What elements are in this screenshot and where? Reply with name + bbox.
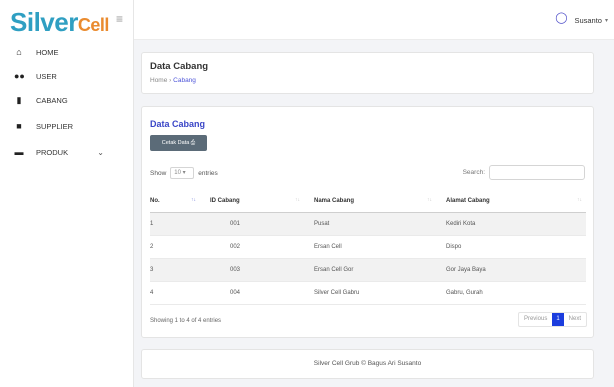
- column-header-label: Alamat Cabang: [446, 197, 490, 204]
- data-table: No. ↑↓ ID Cabang ↑↓ Nama Cabang ↑↓ Alama…: [150, 190, 586, 305]
- cell-alamat-cabang: Gor Jaya Baya: [436, 258, 586, 282]
- sidebar-item-label: SUPPLIER: [36, 121, 74, 131]
- table-row[interactable]: 1 001 Pusat Kediri Kota: [150, 212, 586, 236]
- sidebar-item-label: HOME: [36, 47, 59, 57]
- print-button[interactable]: Cetak Data ⎙: [150, 135, 207, 151]
- search-box: Search:: [463, 165, 585, 180]
- entries-select[interactable]: 10 ▾: [170, 167, 195, 179]
- entries-select-value: 10: [174, 170, 181, 176]
- sidebar-item-produk[interactable]: ▬ PRODUK ⌄: [0, 140, 134, 164]
- cell-nama-cabang: Pusat: [304, 212, 436, 236]
- pagination: Previous 1 Next: [517, 312, 587, 327]
- sort-icon: ↑↓: [577, 197, 582, 203]
- footer-text: Silver Cell Grub © Bagus Ari Susanto: [313, 360, 422, 367]
- breadcrumb: Home › Cabang: [150, 77, 196, 84]
- pagination-next[interactable]: Next: [564, 313, 586, 326]
- truck-icon: ■: [16, 121, 22, 131]
- cell-nama-cabang: Silver Cell Gabru: [304, 281, 436, 305]
- table-header-row: No. ↑↓ ID Cabang ↑↓ Nama Cabang ↑↓ Alama…: [150, 190, 586, 213]
- building-icon: ▮: [16, 94, 22, 105]
- show-label: Show: [150, 169, 167, 177]
- search-input[interactable]: [489, 165, 585, 180]
- sidebar-item-cabang[interactable]: ▮ CABANG: [0, 88, 134, 112]
- cell-id-cabang: 004: [200, 281, 304, 305]
- brand-logo[interactable]: SilverCell: [10, 4, 109, 43]
- sort-icon: ↑↓: [427, 197, 432, 203]
- footer: Silver Cell Grub © Bagus Ari Susanto: [141, 349, 594, 379]
- pagination-page-1[interactable]: 1: [552, 313, 564, 326]
- breadcrumb-separator: ›: [169, 77, 172, 84]
- data-card: Data Cabang Cetak Data ⎙ Show 10 ▾ entri…: [141, 106, 594, 338]
- cell-no: 2: [150, 235, 200, 259]
- card-title: Data Cabang: [150, 119, 206, 129]
- chevron-down-icon: ▾: [604, 17, 608, 24]
- entries-label: entries: [198, 169, 218, 177]
- sidebar-item-label: USER: [36, 71, 57, 81]
- column-header-no[interactable]: No. ↑↓: [150, 190, 200, 213]
- column-header-id-cabang[interactable]: ID Cabang ↑↓: [200, 190, 304, 213]
- breadcrumb-home[interactable]: Home: [150, 77, 167, 84]
- cell-id-cabang: 002: [200, 235, 304, 259]
- menu-toggle-icon[interactable]: ≡: [116, 12, 123, 26]
- entries-length: Show 10 ▾ entries: [150, 167, 218, 179]
- sidebar-item-supplier[interactable]: ■ SUPPLIER: [0, 114, 134, 138]
- sidebar-item-label: PRODUK: [36, 147, 69, 157]
- page-header: Data Cabang Home › Cabang: [141, 52, 594, 94]
- cell-alamat-cabang: Kediri Kota: [436, 212, 586, 236]
- users-icon: ●●: [14, 71, 25, 81]
- cell-id-cabang: 003: [200, 258, 304, 282]
- search-label: Search:: [462, 169, 485, 176]
- table-row[interactable]: 2 002 Ersan Cell Dispo: [150, 235, 586, 259]
- brand-part1: Silver: [10, 7, 78, 37]
- cell-alamat-cabang: Dispo: [436, 235, 586, 259]
- cell-no: 3: [150, 258, 200, 282]
- sidebar-item-label: CABANG: [36, 95, 68, 105]
- breadcrumb-current[interactable]: Cabang: [173, 77, 196, 84]
- column-header-alamat-cabang[interactable]: Alamat Cabang ↑↓: [436, 190, 586, 213]
- cell-id-cabang: 001: [200, 212, 304, 236]
- sort-asc-icon: ↑↓: [191, 197, 196, 203]
- table-info: Showing 1 to 4 of 4 entries: [150, 318, 222, 324]
- column-header-nama-cabang[interactable]: Nama Cabang ↑↓: [304, 190, 436, 213]
- pagination-previous[interactable]: Previous: [519, 313, 552, 326]
- sidebar: SilverCell ⌂ HOME ●● USER ▮ CABANG ■ SUP…: [0, 0, 134, 387]
- cell-no: 4: [150, 281, 200, 305]
- topbar: ≡ ◯ Susanto ▾: [116, 0, 614, 40]
- page-title: Data Cabang: [150, 61, 209, 72]
- user-menu[interactable]: ◯ Susanto ▾: [554, 12, 608, 25]
- sidebar-item-home[interactable]: ⌂ HOME: [0, 40, 134, 64]
- user-icon: ◯: [555, 12, 568, 24]
- user-name: Susanto: [574, 15, 602, 25]
- cell-nama-cabang: Ersan Cell Gor: [304, 258, 436, 282]
- table-row[interactable]: 3 003 Ersan Cell Gor Gor Jaya Baya: [150, 258, 586, 282]
- cell-nama-cabang: Ersan Cell: [304, 235, 436, 259]
- home-icon: ⌂: [16, 47, 22, 57]
- box-icon: ▬: [14, 147, 24, 157]
- sidebar-item-user[interactable]: ●● USER: [0, 64, 134, 88]
- brand-part2: Cell: [77, 15, 110, 35]
- cell-alamat-cabang: Gabru, Gurah: [436, 281, 586, 305]
- table-row[interactable]: 4 004 Silver Cell Gabru Gabru, Gurah: [150, 281, 586, 305]
- column-header-label: No.: [150, 197, 160, 204]
- column-header-label: ID Cabang: [210, 197, 240, 204]
- cell-no: 1: [150, 212, 200, 236]
- sort-icon: ↑↓: [295, 197, 300, 203]
- chevron-down-icon: ⌄: [97, 147, 104, 157]
- column-header-label: Nama Cabang: [314, 197, 355, 204]
